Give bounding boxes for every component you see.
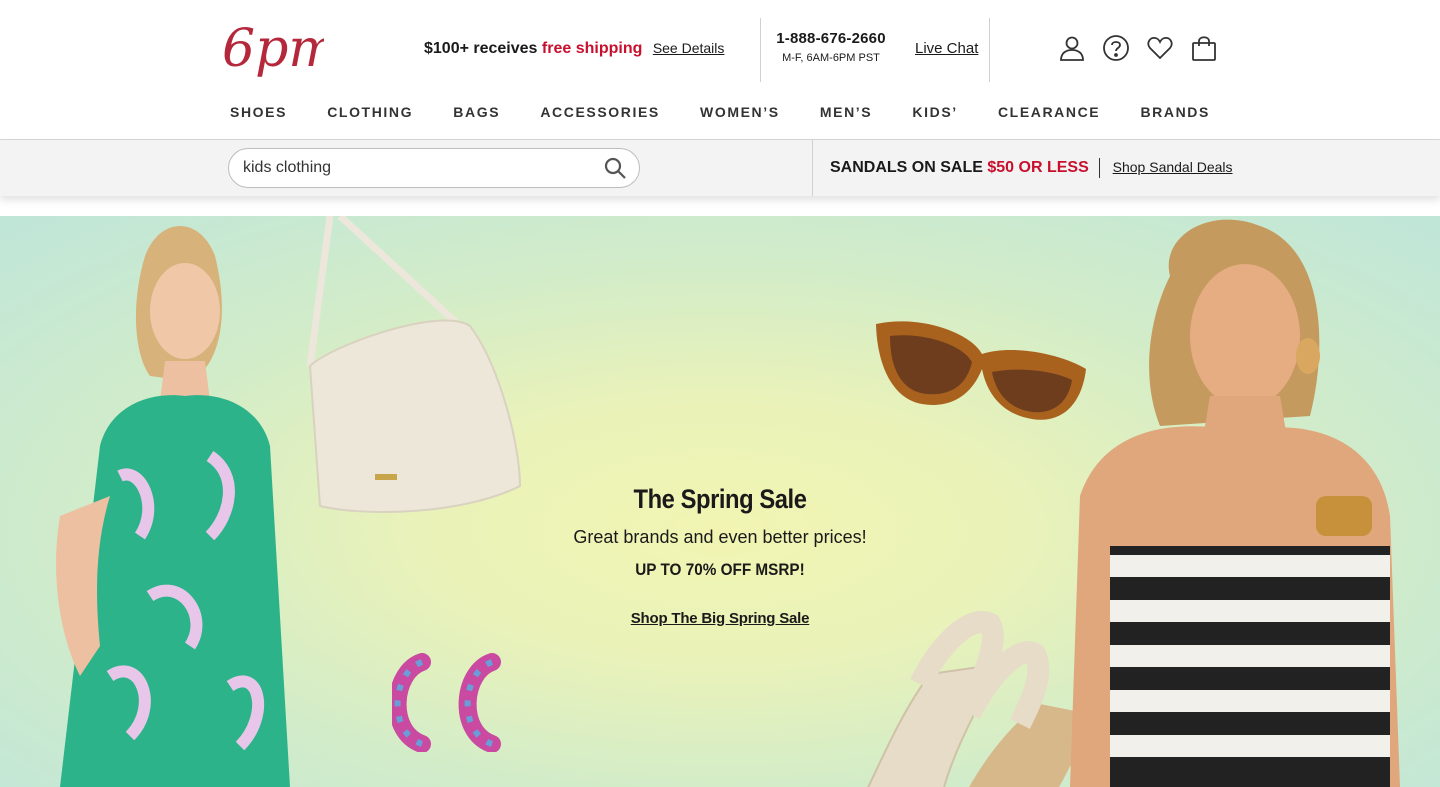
- promo-prefix: SANDALS ON SALE: [830, 159, 983, 177]
- hero-banner[interactable]: The Spring Sale Great brands and even be…: [0, 216, 1440, 787]
- help-icon[interactable]: [1102, 34, 1130, 62]
- hero-title: The Spring Sale: [633, 484, 807, 514]
- promo-highlight: $50 OR LESS: [987, 159, 1089, 177]
- search-box: [228, 148, 640, 188]
- account-icon[interactable]: [1058, 34, 1086, 62]
- nav-womens[interactable]: WOMEN’S: [700, 104, 780, 120]
- earrings-image: [392, 653, 501, 752]
- shipping-highlight: free shipping: [541, 40, 643, 57]
- search-icon[interactable]: [603, 156, 627, 180]
- model-right-image: [1070, 219, 1400, 787]
- logo-text: 6pm: [222, 19, 324, 79]
- nav-clothing[interactable]: CLOTHING: [327, 104, 413, 120]
- search-input[interactable]: [243, 157, 583, 179]
- shipping-prefix: $100+ receives: [424, 40, 538, 57]
- sandal-promo: SANDALS ON SALE $50 OR LESS Shop Sandal …: [830, 158, 1233, 178]
- sunglasses-image: [876, 321, 1086, 420]
- handbag-image: [306, 216, 522, 513]
- main-nav: SHOES CLOTHING BAGS ACCESSORIES WOMEN’S …: [230, 104, 1210, 120]
- site-header: 6pm $100+ receives free shipping See Det…: [0, 0, 1440, 140]
- phone-number[interactable]: 1-888-676-2660: [762, 30, 900, 47]
- nav-mens[interactable]: MEN’S: [820, 104, 872, 120]
- shop-sandal-deals-link[interactable]: Shop Sandal Deals: [1113, 159, 1233, 175]
- live-chat-link[interactable]: Live Chat: [915, 40, 978, 57]
- nav-bags[interactable]: BAGS: [453, 104, 500, 120]
- nav-kids[interactable]: KIDS’: [912, 104, 957, 120]
- hero-subtitle: Great brands and even better prices!: [573, 527, 867, 547]
- logo[interactable]: 6pm: [220, 16, 338, 82]
- promo-separator: [1099, 158, 1101, 178]
- hero-content: The Spring Sale Great brands and even be…: [520, 484, 920, 628]
- header-divider: [989, 18, 990, 82]
- nav-shoes[interactable]: SHOES: [230, 104, 287, 120]
- search-bar: SANDALS ON SALE $50 OR LESS Shop Sandal …: [0, 140, 1440, 196]
- favorites-icon[interactable]: [1146, 34, 1174, 62]
- cart-icon[interactable]: [1190, 34, 1218, 62]
- nav-brands[interactable]: BRANDS: [1140, 104, 1210, 120]
- shop-spring-sale-link[interactable]: Shop The Big Spring Sale: [631, 610, 810, 627]
- nav-clearance[interactable]: CLEARANCE: [998, 104, 1100, 120]
- header-divider: [760, 18, 761, 82]
- phone-hours: M-F, 6AM-6PM PST: [782, 52, 880, 64]
- shipping-banner: $100+ receives free shipping See Details: [424, 40, 724, 58]
- nav-accessories[interactable]: ACCESSORIES: [540, 104, 660, 120]
- phone-info: 1-888-676-2660 M-F, 6AM-6PM PST: [762, 30, 900, 64]
- see-details-link[interactable]: See Details: [653, 40, 725, 56]
- searchbar-divider: [812, 140, 813, 196]
- header-icons: [1058, 34, 1218, 62]
- hero-offer: UP TO 70% OFF MSRP!: [635, 560, 805, 579]
